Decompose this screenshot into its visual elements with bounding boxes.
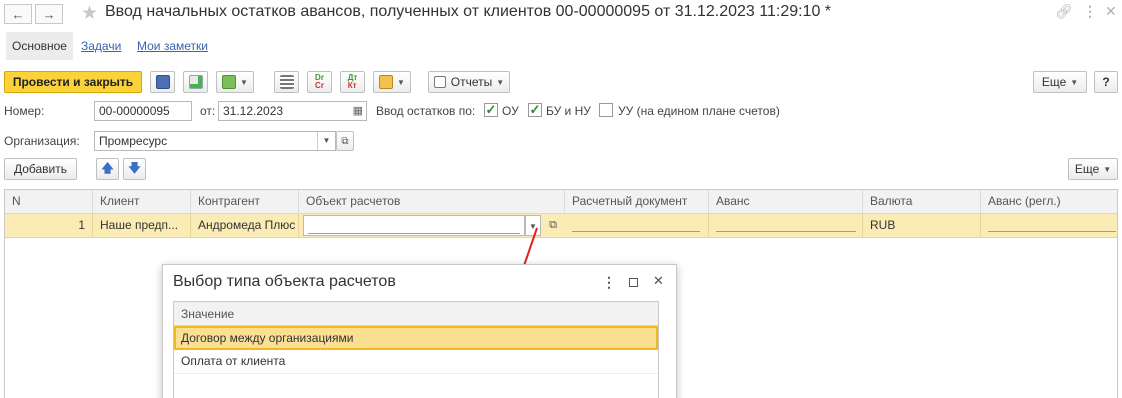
arrow-down-icon: 🡇 — [128, 160, 141, 175]
advance-required-underline — [716, 231, 856, 232]
checkbox-bu-nu-label[interactable]: БУ и НУ — [546, 104, 591, 118]
more-label: Еще — [1041, 75, 1067, 89]
cell-advance[interactable] — [709, 214, 863, 237]
org-label: Организация: — [4, 134, 80, 148]
star-icon[interactable]: ★ — [81, 2, 98, 25]
link-icon[interactable]: 🔗︎ — [1055, 3, 1073, 20]
dt-kt-icon: Dr Cr — [315, 73, 324, 90]
save-button[interactable] — [150, 71, 175, 93]
table-row[interactable]: 1 Наше предп... Андромеда Плюс ▼ ⧉ RUB — [5, 214, 1117, 238]
reports-button[interactable]: Отчеты ▼ — [428, 71, 510, 93]
dt-kt-ru-button[interactable]: Дт Кт — [340, 71, 365, 93]
print-icon — [379, 75, 394, 89]
col-advance-reg[interactable]: Аванс (регл.) — [981, 190, 1119, 214]
dialog-column-header: Значение — [174, 302, 658, 326]
checkbox-bu-nu[interactable]: ✓ — [528, 103, 542, 117]
create-based-icon — [222, 75, 237, 89]
add-button[interactable]: Добавить — [4, 158, 77, 180]
help-button[interactable]: ? — [1094, 71, 1118, 93]
number-label: Номер: — [4, 104, 45, 118]
post-button[interactable] — [183, 71, 208, 93]
tab-notes[interactable]: Мои заметки — [131, 32, 214, 60]
reports-label: Отчеты — [450, 75, 493, 89]
table-more-label: Еще — [1074, 162, 1100, 176]
tab-main[interactable]: Основное — [6, 32, 73, 60]
move-up-button[interactable]: 🡅 — [96, 158, 119, 180]
cell-advance-reg[interactable] — [981, 214, 1119, 237]
list-item-empty — [174, 374, 658, 398]
move-down-button[interactable]: 🡇 — [123, 158, 146, 180]
back-button[interactable]: ← — [4, 4, 32, 24]
arrow-up-icon: 🡅 — [101, 160, 114, 175]
number-field[interactable]: 00-00000095 — [94, 101, 192, 121]
close-icon[interactable]: ✕ — [653, 273, 664, 289]
more-vertical-icon[interactable]: ⋮ — [1083, 3, 1097, 20]
open-icon: ⧉ — [341, 135, 349, 147]
col-n[interactable]: N — [5, 190, 93, 214]
list-item[interactable]: Оплата от клиента — [174, 350, 658, 374]
dialog-title: Выбор типа объекта расчетов — [173, 273, 396, 290]
col-client[interactable]: Клиент — [93, 190, 191, 214]
report-icon — [433, 76, 446, 88]
org-field[interactable]: Промресурс ▼ — [94, 131, 336, 151]
object-type-list: Значение Договор между организациями Опл… — [173, 301, 659, 398]
col-counterparty[interactable]: Контрагент — [191, 190, 299, 214]
more-vertical-icon[interactable]: ⋮ — [602, 274, 616, 291]
object-open-icon[interactable]: ⧉ — [545, 215, 561, 236]
col-currency[interactable]: Валюта — [863, 190, 981, 214]
tab-tasks[interactable]: Задачи — [75, 32, 127, 60]
dropdown-icon[interactable]: ▼ — [317, 132, 335, 150]
post-and-close-button[interactable]: Провести и закрыть — [4, 71, 142, 93]
print-button[interactable]: ▼ — [373, 71, 411, 93]
org-open-button[interactable]: ⧉ — [336, 131, 354, 151]
arrow-right-icon: → — [42, 6, 56, 22]
cell-n[interactable]: 1 — [5, 214, 93, 237]
dt-kt-button[interactable]: Dr Cr — [307, 71, 332, 93]
maximize-icon[interactable] — [629, 278, 638, 287]
date-field[interactable]: 31.12.2023 ▦ — [218, 101, 367, 121]
arrow-left-icon: ← — [11, 6, 25, 22]
col-document[interactable]: Расчетный документ — [565, 190, 709, 214]
more-button[interactable]: Еще ▼ — [1033, 71, 1087, 93]
calendar-icon[interactable]: ▦ — [353, 104, 363, 117]
table-header: N Клиент Контрагент Объект расчетов Расч… — [5, 190, 1117, 214]
cell-client[interactable]: Наше предп... — [93, 214, 191, 237]
checkbox-ou[interactable]: ✓ — [484, 103, 498, 117]
col-advance[interactable]: Аванс — [709, 190, 863, 214]
select-object-type-dialog: Выбор типа объекта расчетов ⋮ ✕ Значение… — [162, 264, 677, 398]
cell-currency[interactable]: RUB — [863, 214, 981, 237]
checkbox-ou-label[interactable]: ОУ — [502, 104, 519, 118]
list-icon — [279, 75, 294, 89]
table-more-button[interactable]: Еще ▼ — [1068, 158, 1118, 180]
forward-button[interactable]: → — [35, 4, 63, 24]
col-object[interactable]: Объект расчетов — [299, 190, 565, 214]
checkbox-uu-label[interactable]: УУ (на едином плане счетов) — [618, 104, 780, 118]
dt-kt-ru-icon: Дт Кт — [347, 73, 358, 90]
document-required-underline — [572, 231, 700, 232]
checkbox-uu[interactable] — [599, 103, 613, 117]
advance-reg-required-underline — [988, 231, 1116, 232]
date-label: от: — [200, 104, 216, 118]
structure-button[interactable] — [274, 71, 299, 93]
input-mode-label: Ввод остатков по: — [376, 104, 476, 118]
create-based-on-button[interactable]: ▼ — [216, 71, 254, 93]
org-value: Промресурс — [99, 134, 168, 148]
date-value: 31.12.2023 — [223, 104, 284, 118]
close-icon[interactable]: ✕ — [1105, 3, 1117, 20]
cell-counterparty[interactable]: Андромеда Плюс — [191, 214, 299, 237]
list-item[interactable]: Договор между организациями — [174, 326, 658, 350]
required-underline — [308, 233, 520, 234]
cell-document[interactable] — [565, 214, 709, 237]
post-icon — [188, 75, 203, 89]
window-title: Ввод начальных остатков авансов, получен… — [105, 3, 832, 20]
object-input[interactable] — [303, 215, 525, 236]
save-icon — [155, 75, 170, 89]
